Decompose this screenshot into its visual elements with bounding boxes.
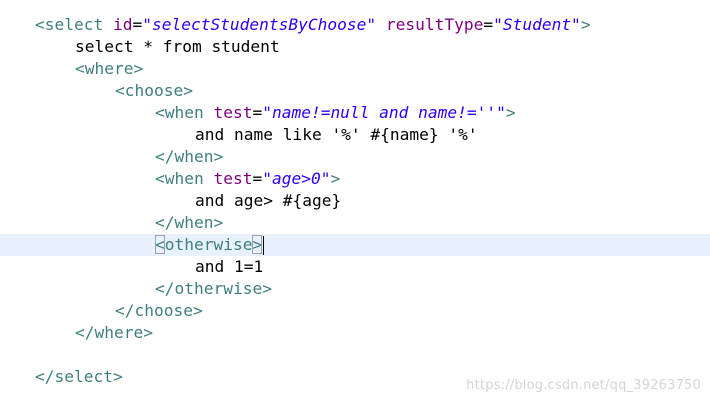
code-line-content: <select id="selectStudentsByChoose" resu… <box>35 14 591 36</box>
code-token-eq: = <box>252 103 263 122</box>
code-line-content: </when> <box>155 146 223 168</box>
code-token-tag: <when <box>155 103 214 122</box>
code-line-content: </when> <box>155 212 223 234</box>
code-line-content: </choose> <box>115 300 203 322</box>
code-line[interactable]: </when> <box>0 146 710 168</box>
text-cursor <box>263 236 265 255</box>
code-token-attr: id <box>112 15 133 34</box>
code-token-val: "selectStudentsByChoose" <box>142 15 377 34</box>
code-line[interactable]: </when> <box>0 212 710 234</box>
code-line[interactable]: <where> <box>0 58 710 80</box>
code-token-eq: = <box>132 15 143 34</box>
code-token-txt: and 1=1 <box>195 257 264 276</box>
code-line-content: </otherwise> <box>155 278 272 300</box>
code-line[interactable]: <choose> <box>0 80 710 102</box>
code-line[interactable] <box>0 344 710 366</box>
code-token-tag: <where> <box>75 59 144 78</box>
code-token-tag: </when> <box>155 147 224 166</box>
code-line-content: <when test="age>0"> <box>155 168 340 190</box>
matched-bracket: < <box>155 235 165 254</box>
matched-bracket: > <box>252 235 263 254</box>
code-token-attr: test <box>213 169 253 188</box>
code-line[interactable]: and 1=1 <box>0 256 710 278</box>
code-line[interactable]: select * from student <box>0 36 710 58</box>
code-line-content: and name like '%' #{name} '%' <box>195 124 478 146</box>
code-token-tag: </where> <box>75 323 153 342</box>
code-token-val: "name!=null and name!=''" <box>262 103 506 122</box>
code-line[interactable]: </where> <box>0 322 710 344</box>
code-line-content: </where> <box>75 322 153 344</box>
code-line[interactable]: <when test="name!=null and name!=''"> <box>0 102 710 124</box>
code-line[interactable]: </choose> <box>0 300 710 322</box>
code-token-tag: > <box>580 15 591 34</box>
code-line-content: <choose> <box>115 80 193 102</box>
code-line-content: <otherwise> <box>155 234 265 256</box>
code-token-tag: </select> <box>35 367 123 386</box>
code-token-tag: </when> <box>155 213 224 232</box>
code-token-tag: </otherwise> <box>155 279 272 298</box>
code-token-eq: = <box>252 169 263 188</box>
code-token-attr: resultType <box>385 15 484 34</box>
code-line-content: select * from student <box>75 36 280 58</box>
code-token-eq: = <box>483 15 494 34</box>
watermark: https://blog.csdn.net/qq_39263750 <box>466 378 701 393</box>
code-token-tag: > <box>330 169 341 188</box>
code-token-txt: and name like '%' #{name} '%' <box>195 125 478 144</box>
code-token-tag: <select <box>35 15 113 34</box>
code-line-content: and 1=1 <box>195 256 263 278</box>
code-line[interactable]: <when test="age>0"> <box>0 168 710 190</box>
code-line[interactable]: and name like '%' #{name} '%' <box>0 124 710 146</box>
code-token-txt: and age> #{age} <box>195 191 342 210</box>
code-line-content: <when test="name!=null and name!=''"> <box>155 102 516 124</box>
code-token-tag: > <box>505 103 516 122</box>
code-line-content: <where> <box>75 58 143 80</box>
code-token-tag: </choose> <box>115 301 203 320</box>
code-token-tag: <choose> <box>115 81 193 100</box>
code-editor[interactable]: <select id="selectStudentsByChoose" resu… <box>0 0 710 401</box>
code-token-tag: <when <box>155 169 214 188</box>
code-token-val: "Student" <box>493 15 581 34</box>
code-line[interactable]: </otherwise> <box>0 278 710 300</box>
code-token-val: "age>0" <box>262 169 331 188</box>
code-line-content: and age> #{age} <box>195 190 341 212</box>
code-line[interactable]: and age> #{age} <box>0 190 710 212</box>
code-token-tag: otherwise <box>164 235 253 254</box>
code-line-content: </select> <box>35 366 123 388</box>
code-token-txt: select * from student <box>75 37 280 56</box>
code-line[interactable]: <otherwise> <box>0 234 710 256</box>
code-token-attr: test <box>213 103 253 122</box>
code-line[interactable]: <select id="selectStudentsByChoose" resu… <box>0 14 710 36</box>
